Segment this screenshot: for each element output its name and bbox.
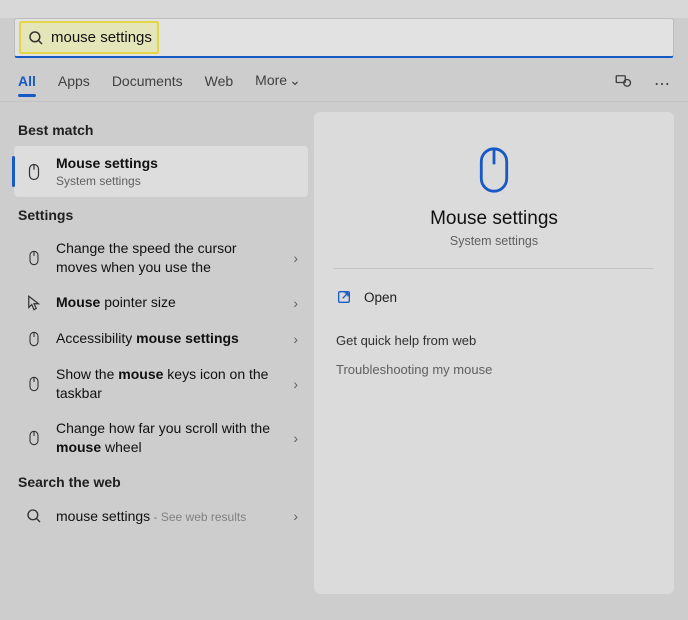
settings-result[interactable]: Change how far you scroll with the mouse… <box>14 411 308 465</box>
preview-pane: Mouse settings System settings Open Get … <box>314 112 674 594</box>
settings-result[interactable]: Accessibility mouse settings › <box>14 321 308 357</box>
result-title: Mouse pointer size <box>56 293 277 312</box>
search-bar[interactable] <box>14 18 674 58</box>
tab-documents[interactable]: Documents <box>112 73 183 95</box>
chevron-right-icon: › <box>293 430 298 446</box>
result-subtitle: System settings <box>56 173 298 189</box>
results-list: Best match Mouse settings System setting… <box>0 102 308 604</box>
result-title: Show the mouse keys icon on the taskbar <box>56 365 277 403</box>
mouse-icon <box>24 248 44 268</box>
settings-label: Settings <box>18 207 308 223</box>
result-title: Change how far you scroll with the mouse… <box>56 419 277 457</box>
search-input[interactable] <box>51 29 667 46</box>
chevron-right-icon: › <box>293 331 298 347</box>
chevron-right-icon: › <box>293 376 298 392</box>
open-icon <box>336 289 352 305</box>
tab-apps[interactable]: Apps <box>58 73 90 95</box>
best-match-result[interactable]: Mouse settings System settings <box>14 146 308 197</box>
preview-title: Mouse settings <box>334 208 654 230</box>
mouse-icon <box>24 162 44 182</box>
cursor-icon <box>24 293 44 313</box>
chevron-right-icon: › <box>293 508 298 524</box>
result-title: Change the speed the cursor moves when y… <box>56 239 277 277</box>
more-options-icon[interactable]: ⋯ <box>654 74 670 94</box>
preview-subtitle: System settings <box>334 234 654 248</box>
open-label: Open <box>364 290 397 305</box>
chevron-right-icon: › <box>293 250 298 266</box>
settings-result[interactable]: Show the mouse keys icon on the taskbar … <box>14 357 308 411</box>
tab-all[interactable]: All <box>18 73 36 95</box>
tab-more[interactable]: More⌄ <box>255 72 301 95</box>
web-result[interactable]: mouse settings - See web results › <box>14 498 308 534</box>
help-link[interactable]: Troubleshooting my mouse <box>334 358 654 381</box>
divider <box>334 268 654 269</box>
search-icon <box>24 506 44 526</box>
mouse-icon <box>24 374 44 394</box>
best-match-label: Best match <box>18 122 308 138</box>
settings-result[interactable]: Mouse pointer size › <box>14 285 308 321</box>
result-title: Mouse settings <box>56 154 298 173</box>
mouse-icon <box>470 146 518 194</box>
mouse-icon <box>24 329 44 349</box>
open-action[interactable]: Open <box>334 279 654 315</box>
help-section-label: Get quick help from web <box>336 333 654 348</box>
chevron-right-icon: › <box>293 295 298 311</box>
result-title: Accessibility mouse settings <box>56 329 277 348</box>
tab-web[interactable]: Web <box>205 73 234 95</box>
mouse-icon <box>24 428 44 448</box>
scope-tabs: All Apps Documents Web More⌄ ⋯ <box>0 58 688 102</box>
search-icon <box>27 29 45 47</box>
result-title: mouse settings - See web results <box>56 507 277 526</box>
settings-result[interactable]: Change the speed the cursor moves when y… <box>14 231 308 285</box>
search-web-label: Search the web <box>18 474 308 490</box>
devices-icon[interactable] <box>614 72 632 95</box>
chevron-down-icon: ⌄ <box>289 72 301 88</box>
